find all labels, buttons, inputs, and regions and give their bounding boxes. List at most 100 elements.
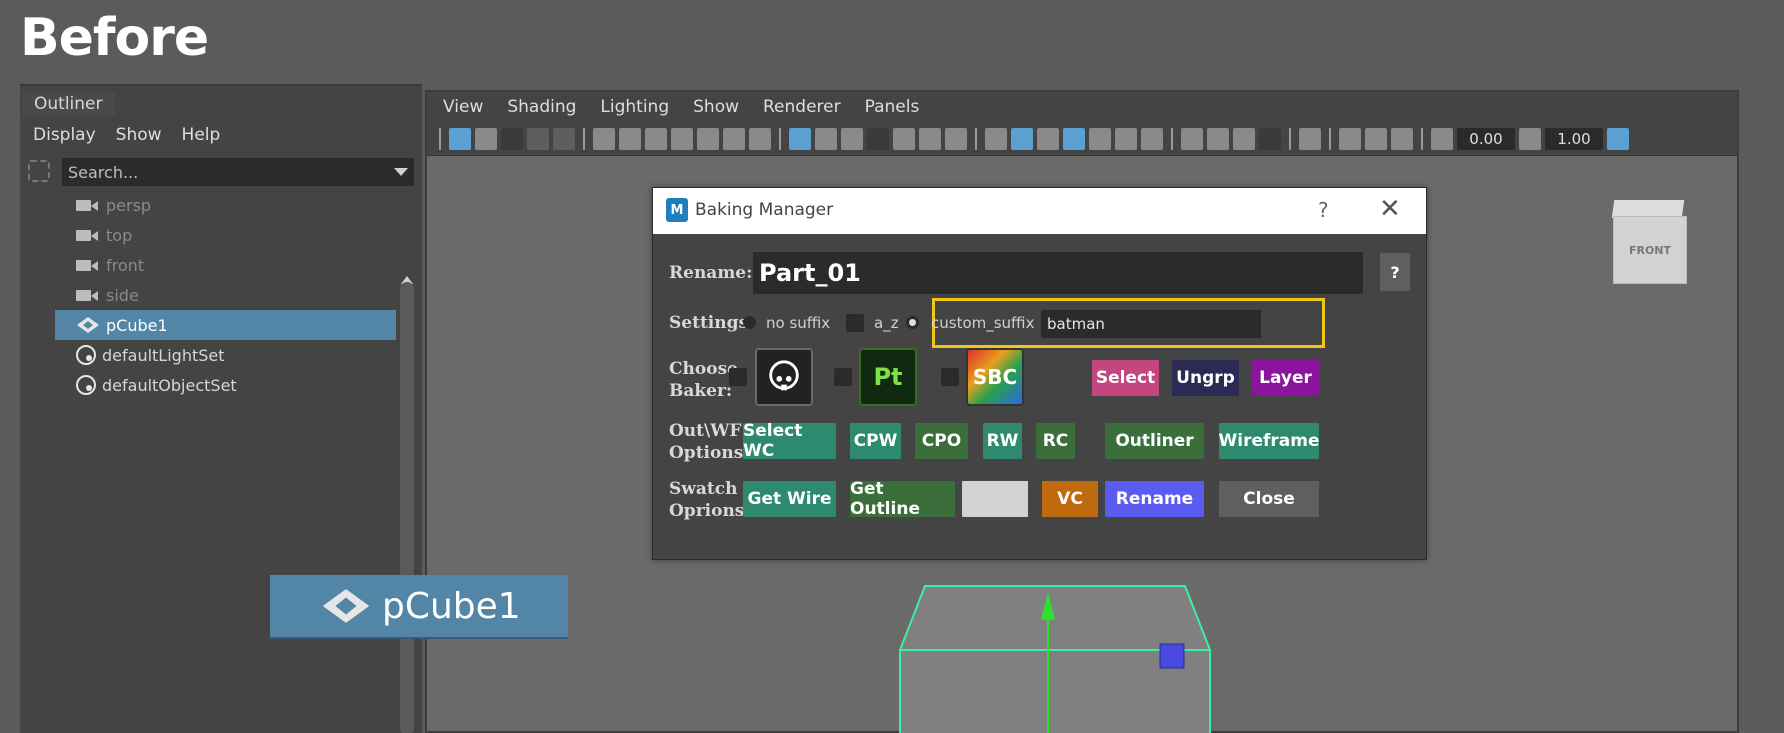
checkbox-baker-sbc[interactable] — [941, 368, 959, 386]
pcube1-mesh[interactable] — [895, 582, 1215, 733]
close-icon[interactable]: ✕ — [1379, 194, 1401, 224]
outliner-item-pcube1[interactable]: pCube1 — [55, 310, 396, 340]
outliner-item-top[interactable]: top — [20, 220, 400, 250]
grid-icon[interactable] — [501, 127, 523, 150]
wireframe-icon[interactable] — [985, 127, 1007, 150]
rename-button[interactable]: Rename — [1105, 481, 1204, 517]
xnormal-baker-icon[interactable] — [755, 348, 813, 406]
grid-toggle-icon[interactable] — [789, 127, 811, 150]
textured-icon[interactable] — [1089, 127, 1111, 150]
smooth-shade-icon[interactable] — [1011, 127, 1033, 150]
filter-icon[interactable] — [28, 160, 50, 182]
text-icon[interactable] — [945, 127, 967, 150]
rw-button[interactable]: RW — [983, 423, 1022, 459]
resolution-gate-icon[interactable] — [553, 127, 575, 150]
cpo-button[interactable]: CPO — [915, 423, 968, 459]
rename-help-button[interactable]: ? — [1380, 253, 1410, 291]
camera-icon — [76, 228, 100, 242]
vc-button[interactable]: VC — [1042, 481, 1098, 517]
radio-custom-suffix[interactable] — [906, 316, 919, 329]
close-button[interactable]: Close — [1219, 481, 1319, 517]
select-camera-icon[interactable] — [449, 127, 471, 150]
dof-icon[interactable] — [1259, 127, 1281, 150]
drag-chip-pcube1: pCube1 — [270, 575, 568, 639]
flag-icon[interactable] — [671, 127, 693, 150]
outliner-item-persp[interactable]: persp — [20, 190, 400, 220]
outliner-item-defaultlightset[interactable]: defaultLightSet — [20, 340, 400, 370]
exposure-icon[interactable] — [1431, 127, 1453, 150]
menu-lighting[interactable]: Lighting — [600, 97, 669, 117]
substance-painter-icon[interactable]: Pt — [859, 348, 917, 406]
menu-show[interactable]: Show — [116, 125, 162, 145]
layer-button[interactable]: Layer — [1252, 360, 1319, 396]
bookmark-icon[interactable] — [619, 127, 641, 150]
toolbar-separator — [439, 127, 441, 150]
search-input[interactable] — [62, 158, 414, 186]
cpw-button[interactable]: CPW — [850, 423, 901, 459]
viewcube[interactable]: FRONT — [1609, 200, 1687, 290]
rc-button[interactable]: RC — [1036, 423, 1075, 459]
aa-icon[interactable] — [1233, 127, 1255, 150]
xray-joints-icon[interactable] — [1365, 127, 1387, 150]
get-wire-button[interactable]: Get Wire — [743, 481, 836, 517]
wire-on-shaded-icon[interactable] — [1063, 127, 1085, 150]
wireframe-button[interactable]: Wireframe — [1219, 423, 1320, 459]
pencil-icon[interactable] — [749, 127, 771, 150]
light-icon[interactable] — [1115, 127, 1137, 150]
gate-mask-icon[interactable] — [867, 127, 889, 150]
get-outline-button[interactable]: Get Outline — [850, 479, 955, 519]
checkbox-baker-substance-painter[interactable] — [834, 368, 852, 386]
custom-suffix-label: custom_suffix — [931, 314, 1035, 332]
outliner-item-defaultobjectset[interactable]: defaultObjectSet — [20, 370, 400, 400]
menu-renderer[interactable]: Renderer — [763, 97, 841, 117]
menu-display[interactable]: Display — [33, 125, 96, 145]
ungrp-button[interactable]: Ungrp — [1172, 360, 1239, 396]
outliner-item-front[interactable]: front — [20, 250, 400, 280]
image-plane-icon[interactable] — [645, 127, 667, 150]
color-swatch[interactable] — [962, 481, 1028, 517]
viewcube-front[interactable]: FRONT — [1613, 216, 1687, 284]
select-button[interactable]: Select — [1092, 360, 1159, 396]
xray-icon[interactable] — [1339, 127, 1361, 150]
tab-outliner[interactable]: Outliner — [22, 92, 115, 116]
menu-panels[interactable]: Panels — [865, 97, 920, 117]
backface-icon[interactable] — [1391, 127, 1413, 150]
outliner-scrollbar[interactable] — [400, 282, 414, 733]
pen-icon[interactable] — [697, 127, 719, 150]
sbc-baker-icon[interactable]: SBC — [966, 348, 1024, 406]
exposure-field[interactable]: 0.00 — [1457, 127, 1515, 150]
gamma-field[interactable]: 1.00 — [1545, 127, 1603, 150]
motion-blur-icon[interactable] — [1207, 127, 1229, 150]
gamma-icon[interactable] — [1519, 127, 1541, 150]
dialog-titlebar[interactable]: M Baking Manager ? ✕ — [653, 188, 1426, 234]
custom-suffix-input[interactable] — [1041, 310, 1261, 338]
image-icon[interactable] — [919, 127, 941, 150]
film-icon[interactable] — [815, 127, 837, 150]
shaded-wire-icon[interactable] — [1037, 127, 1059, 150]
ambient-occlusion-icon[interactable] — [1181, 127, 1203, 150]
outliner-button[interactable]: Outliner — [1105, 423, 1204, 459]
camera-icon[interactable] — [593, 127, 615, 150]
outliner-item-side[interactable]: side — [20, 280, 400, 310]
field-chart-icon[interactable] — [893, 127, 915, 150]
camera-icon — [76, 198, 100, 212]
select-wc-button[interactable]: Select WC — [743, 421, 836, 461]
checkbox-baker-xnormal[interactable] — [729, 368, 747, 386]
menu-view[interactable]: View — [443, 97, 483, 117]
film-gate-icon[interactable] — [527, 127, 549, 150]
chevron-down-icon[interactable] — [394, 168, 408, 176]
color-manage-icon[interactable] — [1607, 127, 1629, 150]
outliner-item-label: defaultLightSet — [102, 345, 225, 365]
menu-show[interactable]: Show — [693, 97, 739, 117]
radio-no-suffix[interactable] — [743, 316, 756, 329]
shadow-icon[interactable] — [1141, 127, 1163, 150]
menu-help[interactable]: Help — [182, 125, 221, 145]
safe-frame-icon[interactable] — [841, 127, 863, 150]
isolate-icon[interactable] — [1299, 127, 1321, 150]
frame-icon[interactable] — [475, 127, 497, 150]
checkbox-az[interactable] — [846, 314, 864, 332]
help-icon[interactable]: ? — [1318, 198, 1329, 222]
menu-shading[interactable]: Shading — [507, 97, 576, 117]
move-icon[interactable] — [723, 127, 745, 150]
rename-input[interactable] — [753, 252, 1363, 294]
